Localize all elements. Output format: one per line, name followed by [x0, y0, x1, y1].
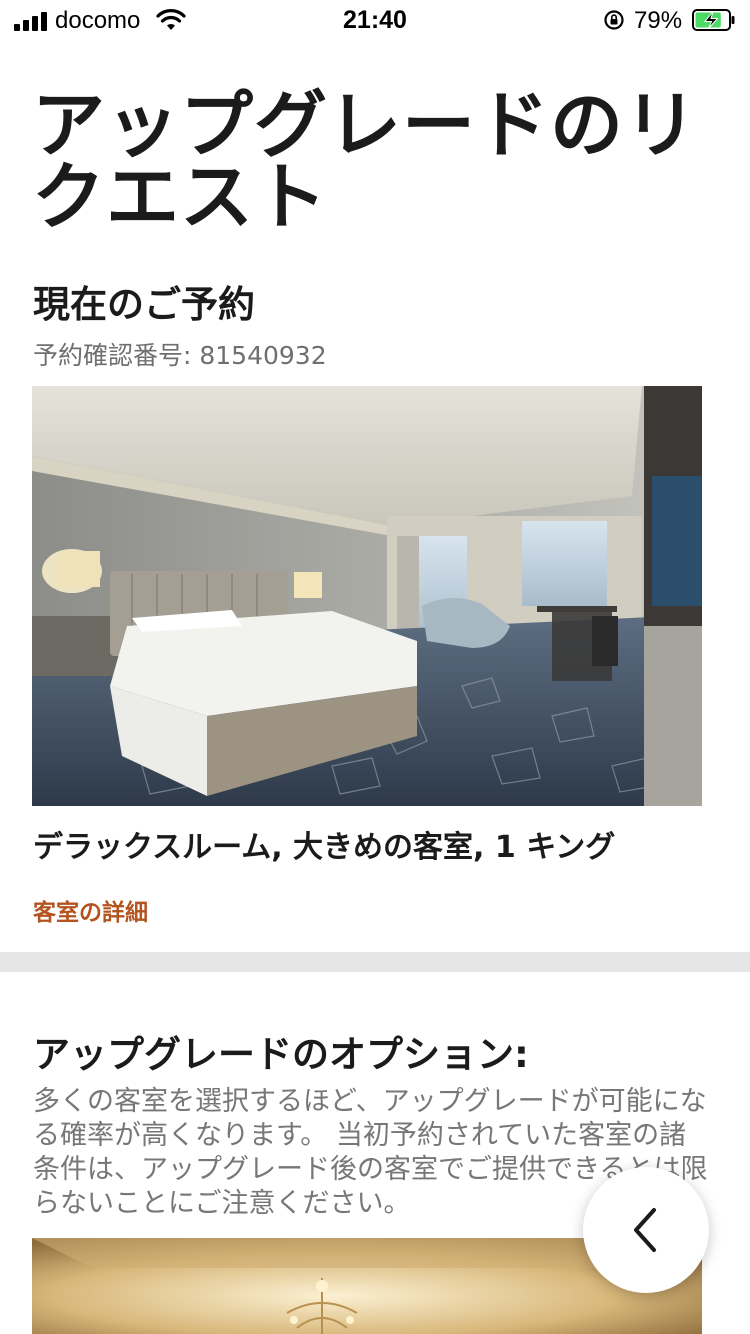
upgrade-options-heading: アップグレードのオプション: — [33, 1033, 529, 1076]
room-name: デラックスルーム, 大きめの客室, 1 キング — [33, 830, 616, 865]
room-photo — [32, 386, 702, 806]
room-details-link[interactable]: 客室の詳細 — [33, 893, 148, 927]
battery-charging-icon — [692, 9, 735, 31]
section-divider — [0, 952, 750, 972]
confirmation-number: 予約確認番号: 81540932 — [33, 341, 327, 370]
page-title: アップグレードのリクエスト — [32, 83, 698, 240]
room-photo-illustration — [32, 386, 702, 806]
current-reservation-heading: 現在のご予約 — [33, 283, 255, 326]
battery-percent: 79% — [634, 7, 683, 34]
rotation-lock-icon — [604, 10, 624, 30]
back-button[interactable] — [583, 1167, 709, 1293]
status-bar: docomo 21:40 79% — [0, 0, 750, 40]
chevron-left-icon — [634, 1208, 656, 1252]
